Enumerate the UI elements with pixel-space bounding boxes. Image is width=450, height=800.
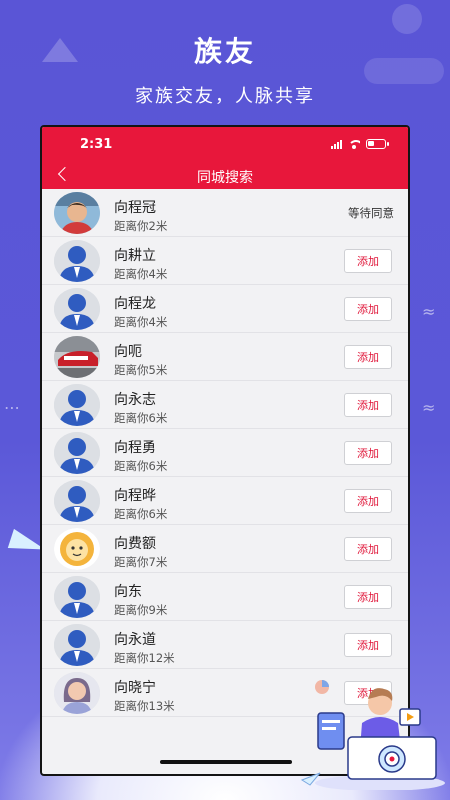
- wave-decoration: ≈: [422, 302, 436, 321]
- avatar: [54, 528, 100, 570]
- list-item[interactable]: 向东距离你9米 添加: [42, 573, 408, 621]
- avatar: [54, 240, 100, 282]
- avatar: [54, 672, 100, 714]
- home-indicator: [160, 760, 292, 764]
- user-distance: 距离你7米: [114, 555, 168, 569]
- list-item[interactable]: 向耕立距离你4米 添加: [42, 237, 408, 285]
- avatar: [54, 576, 100, 618]
- list-item[interactable]: 向永志距离你6米 添加: [42, 381, 408, 429]
- avatar: [54, 480, 100, 522]
- promo-subline: 家族交友，人脉共享: [135, 86, 315, 107]
- user-name: 向程晔: [114, 488, 156, 504]
- wave-decoration: ⋯: [4, 398, 20, 417]
- user-name: 向费额: [114, 536, 156, 552]
- add-friend-button[interactable]: 添加: [344, 249, 392, 273]
- add-friend-button[interactable]: 添加: [344, 393, 392, 417]
- avatar: [54, 384, 100, 426]
- user-distance: 距离你6米: [114, 507, 168, 521]
- user-distance: 距离你6米: [114, 411, 168, 425]
- list-item[interactable]: 向程龙距离你4米 添加: [42, 285, 408, 333]
- signal-icon: [331, 139, 342, 149]
- user-name: 向东: [114, 584, 142, 600]
- add-friend-button[interactable]: 添加: [344, 489, 392, 513]
- promo-headline: 族友: [193, 35, 256, 68]
- wave-decoration: ≈: [422, 398, 436, 417]
- user-name: 向程冠: [114, 200, 156, 216]
- user-name: 向程龙: [114, 296, 156, 312]
- user-name: 向晓宁: [114, 680, 156, 696]
- add-friend-button[interactable]: 添加: [344, 441, 392, 465]
- user-name: 向永志: [114, 392, 156, 408]
- list-item[interactable]: 向费额距离你7米 添加: [42, 525, 408, 573]
- wifi-icon: [348, 139, 360, 149]
- user-name: 向永道: [114, 632, 156, 648]
- user-name: 向耕立: [114, 248, 156, 264]
- avatar: [54, 624, 100, 666]
- avatar: [54, 192, 100, 234]
- avatar: [54, 288, 100, 330]
- pending-status: 等待同意: [348, 206, 394, 220]
- add-friend-button[interactable]: 添加: [344, 345, 392, 369]
- list-item[interactable]: 向程冠距离你2米 等待同意: [42, 189, 408, 237]
- app-bar: 2:31 同城搜索: [42, 127, 408, 189]
- user-distance: 距离你12米: [114, 651, 175, 665]
- status-icons: [331, 139, 389, 149]
- list-item[interactable]: 向永道距离你12米 添加: [42, 621, 408, 669]
- user-distance: 距离你9米: [114, 603, 168, 617]
- user-distance: 距离你4米: [114, 315, 168, 329]
- user-distance: 距离你13米: [114, 699, 175, 713]
- page-title: 同城搜索: [197, 170, 253, 186]
- battery-icon: [366, 139, 389, 149]
- add-friend-button[interactable]: 添加: [344, 633, 392, 657]
- user-distance: 距离你5米: [114, 363, 168, 377]
- user-distance: 距离你6米: [114, 459, 168, 473]
- avatar: [54, 432, 100, 474]
- user-distance: 距离你4米: [114, 267, 168, 281]
- add-friend-button[interactable]: 添加: [344, 537, 392, 561]
- user-name: 向呃: [114, 344, 142, 360]
- add-friend-button[interactable]: 添加: [344, 297, 392, 321]
- add-friend-button[interactable]: 添加: [344, 585, 392, 609]
- user-name: 向程勇: [114, 440, 156, 456]
- user-list: 向程冠 距离你2米 等待同意 向耕立 距离你4米 添加 向程龙 距离你4米 添加 向呃 距离你5米添…: [42, 189, 408, 717]
- list-item[interactable]: 向程晔距离你6米 添加: [42, 477, 408, 525]
- list-item[interactable]: 向程勇距离你6米 添加: [42, 429, 408, 477]
- avatar: [54, 336, 100, 378]
- list-item[interactable]: 向呃距离你5米 添加: [42, 333, 408, 381]
- status-time: 2:31: [80, 137, 113, 152]
- user-distance: 距离你2米: [114, 219, 168, 233]
- office-illustration-icon: [300, 680, 445, 790]
